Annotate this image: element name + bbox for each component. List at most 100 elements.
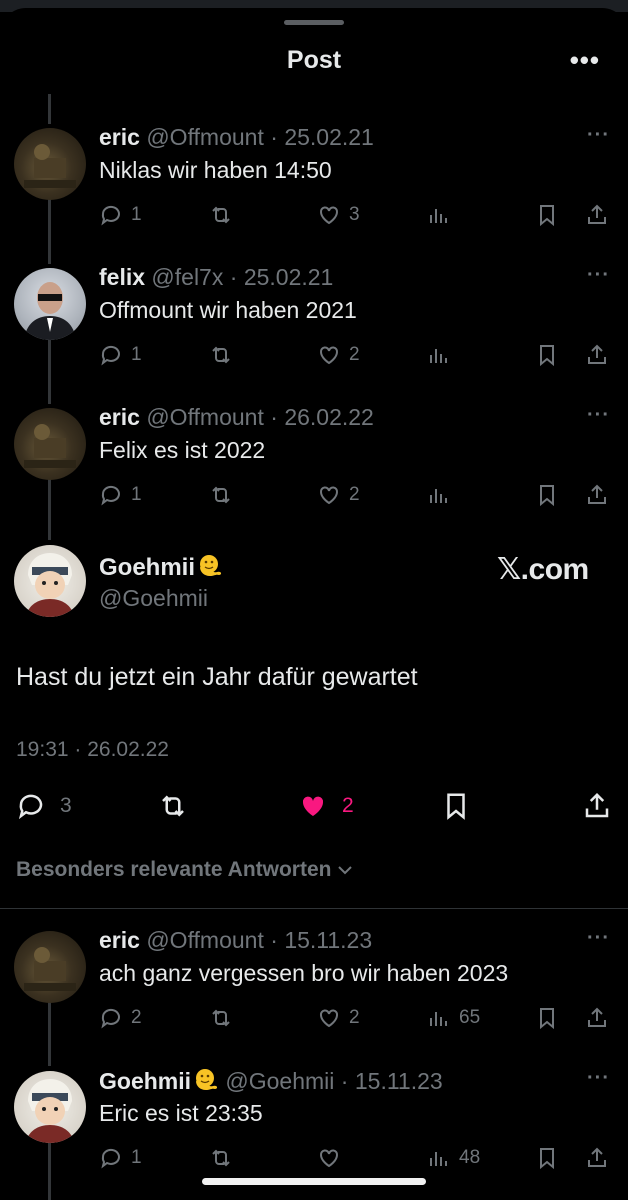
- views-icon: [430, 209, 447, 223]
- avatar[interactable]: [14, 408, 86, 480]
- avatar[interactable]: [14, 545, 86, 617]
- retweet-button[interactable]: [209, 340, 233, 370]
- bookmark-button[interactable]: [441, 788, 471, 824]
- retweet-button[interactable]: [209, 1003, 233, 1033]
- heart-icon: [320, 1149, 338, 1168]
- like-button[interactable]: 2: [298, 788, 354, 824]
- share-icon: [588, 344, 606, 364]
- share-button[interactable]: [585, 480, 609, 510]
- like-count: 2: [349, 344, 360, 365]
- views-button[interactable]: [427, 200, 451, 230]
- views-count: 48: [459, 1147, 481, 1168]
- reply-tweet[interactable]: eric @Offmount · 25.02.21 ··· Niklas wir…: [0, 124, 628, 244]
- reply-tweet[interactable]: eric @Offmount · 15.11.23 ··· ach ganz v…: [0, 927, 628, 1047]
- action-bar: 1 3: [99, 200, 619, 230]
- like-button[interactable]: [317, 1143, 341, 1173]
- reply-tweet[interactable]: eric @Offmount · 26.02.22 ··· Felix es i…: [0, 404, 628, 524]
- separator-dot: ·: [263, 927, 285, 953]
- tweet-date[interactable]: 26.02.22: [284, 404, 374, 430]
- views-button[interactable]: 48: [427, 1143, 480, 1173]
- author-name[interactable]: Goehmii: [99, 553, 223, 582]
- more-options-icon[interactable]: •••: [570, 47, 600, 73]
- tweet-meta: eric @Offmount · 25.02.21: [99, 124, 374, 151]
- share-button[interactable]: [585, 1003, 609, 1033]
- like-button[interactable]: 2: [317, 1003, 360, 1033]
- views-count: 65: [459, 1007, 481, 1028]
- author-handle[interactable]: @fel7x: [151, 264, 223, 290]
- bookmark-button[interactable]: [535, 200, 559, 230]
- reply-button[interactable]: 1: [99, 200, 142, 230]
- retweet-button[interactable]: [209, 200, 233, 230]
- author-name[interactable]: eric: [99, 404, 140, 430]
- bookmark-button[interactable]: [535, 1143, 559, 1173]
- share-button[interactable]: [582, 788, 612, 824]
- author-handle[interactable]: @Goehmii: [99, 585, 208, 612]
- reply-button[interactable]: 1: [99, 1143, 142, 1173]
- sheet-drag-handle[interactable]: [284, 20, 344, 25]
- reply-icon: [101, 1008, 120, 1029]
- share-button[interactable]: [585, 340, 609, 370]
- separator-dot: ·: [223, 264, 244, 290]
- views-icon: [430, 1152, 447, 1166]
- author-handle[interactable]: @Offmount: [146, 927, 264, 953]
- divider: [0, 908, 628, 909]
- views-button[interactable]: [427, 480, 451, 510]
- views-button[interactable]: 65: [427, 1003, 480, 1033]
- avatar[interactable]: [14, 1071, 86, 1143]
- retweet-button[interactable]: [158, 788, 188, 824]
- avatar[interactable]: [14, 128, 86, 200]
- bookmark-icon: [540, 345, 554, 367]
- author-name[interactable]: eric: [99, 927, 140, 953]
- reply-sort-dropdown[interactable]: Besonders relevante Antworten: [16, 858, 355, 882]
- tweet-date[interactable]: 25.02.21: [284, 124, 374, 150]
- like-button[interactable]: 2: [317, 340, 360, 370]
- more-options-icon[interactable]: ···: [587, 927, 610, 950]
- author-name[interactable]: Goehmii: [99, 1068, 191, 1094]
- chevron-down-icon: [338, 866, 353, 875]
- retweet-button[interactable]: [209, 1143, 233, 1173]
- reply-button[interactable]: 3: [16, 788, 72, 824]
- post-timestamp[interactable]: 19:31 · 26.02.22: [16, 738, 169, 762]
- tweet-date[interactable]: 25.02.21: [244, 264, 334, 290]
- like-button[interactable]: 2: [317, 480, 360, 510]
- avatar[interactable]: [14, 931, 86, 1003]
- more-options-icon[interactable]: ···: [587, 1067, 610, 1090]
- bookmark-icon: [540, 1148, 554, 1170]
- tweet-text: Eric es ist 23:35: [99, 1100, 263, 1126]
- tweet-meta: Goehmii @Goehmii · 15.11.23: [99, 1067, 443, 1095]
- action-bar: 1 2: [99, 480, 619, 510]
- more-options-icon[interactable]: ···: [587, 404, 610, 427]
- home-indicator[interactable]: [202, 1178, 426, 1185]
- avatar[interactable]: [14, 268, 86, 340]
- author-handle[interactable]: @Goehmii: [225, 1068, 334, 1094]
- reply-tweet[interactable]: felix @fel7x · 25.02.21 ··· Offmount wir…: [0, 264, 628, 384]
- author-handle[interactable]: @Offmount: [146, 404, 264, 430]
- share-button[interactable]: [585, 200, 609, 230]
- separator-dot: ·: [263, 404, 285, 430]
- author-name[interactable]: felix: [99, 264, 145, 290]
- share-button[interactable]: [585, 1143, 609, 1173]
- retweet-button[interactable]: [209, 480, 233, 510]
- views-button[interactable]: [427, 340, 451, 370]
- author-name[interactable]: eric: [99, 124, 140, 150]
- retweet-icon: [212, 346, 230, 364]
- melting-face-emoji-icon: [196, 1069, 218, 1090]
- share-icon: [588, 1007, 606, 1027]
- reply-button[interactable]: 2: [99, 1003, 142, 1033]
- bookmark-button[interactable]: [535, 340, 559, 370]
- bookmark-button[interactable]: [535, 480, 559, 510]
- like-count: 2: [342, 794, 354, 817]
- tweet-date[interactable]: 15.11.23: [355, 1068, 443, 1094]
- author-handle[interactable]: @Offmount: [146, 124, 264, 150]
- reply-tweet[interactable]: Goehmii @Goehmii · 15.11.23 ··· Eric es …: [0, 1067, 628, 1187]
- x-com-watermark: 𝕏.com: [497, 553, 589, 586]
- more-options-icon[interactable]: ···: [587, 264, 610, 287]
- like-button[interactable]: 3: [317, 200, 360, 230]
- heart-icon: [320, 346, 338, 365]
- reply-button[interactable]: 1: [99, 480, 142, 510]
- post-text: Hast du jetzt ein Jahr dafür gewartet: [16, 663, 418, 691]
- tweet-date[interactable]: 15.11.23: [284, 927, 372, 953]
- bookmark-button[interactable]: [535, 1003, 559, 1033]
- more-options-icon[interactable]: ···: [587, 124, 610, 147]
- reply-button[interactable]: 1: [99, 340, 142, 370]
